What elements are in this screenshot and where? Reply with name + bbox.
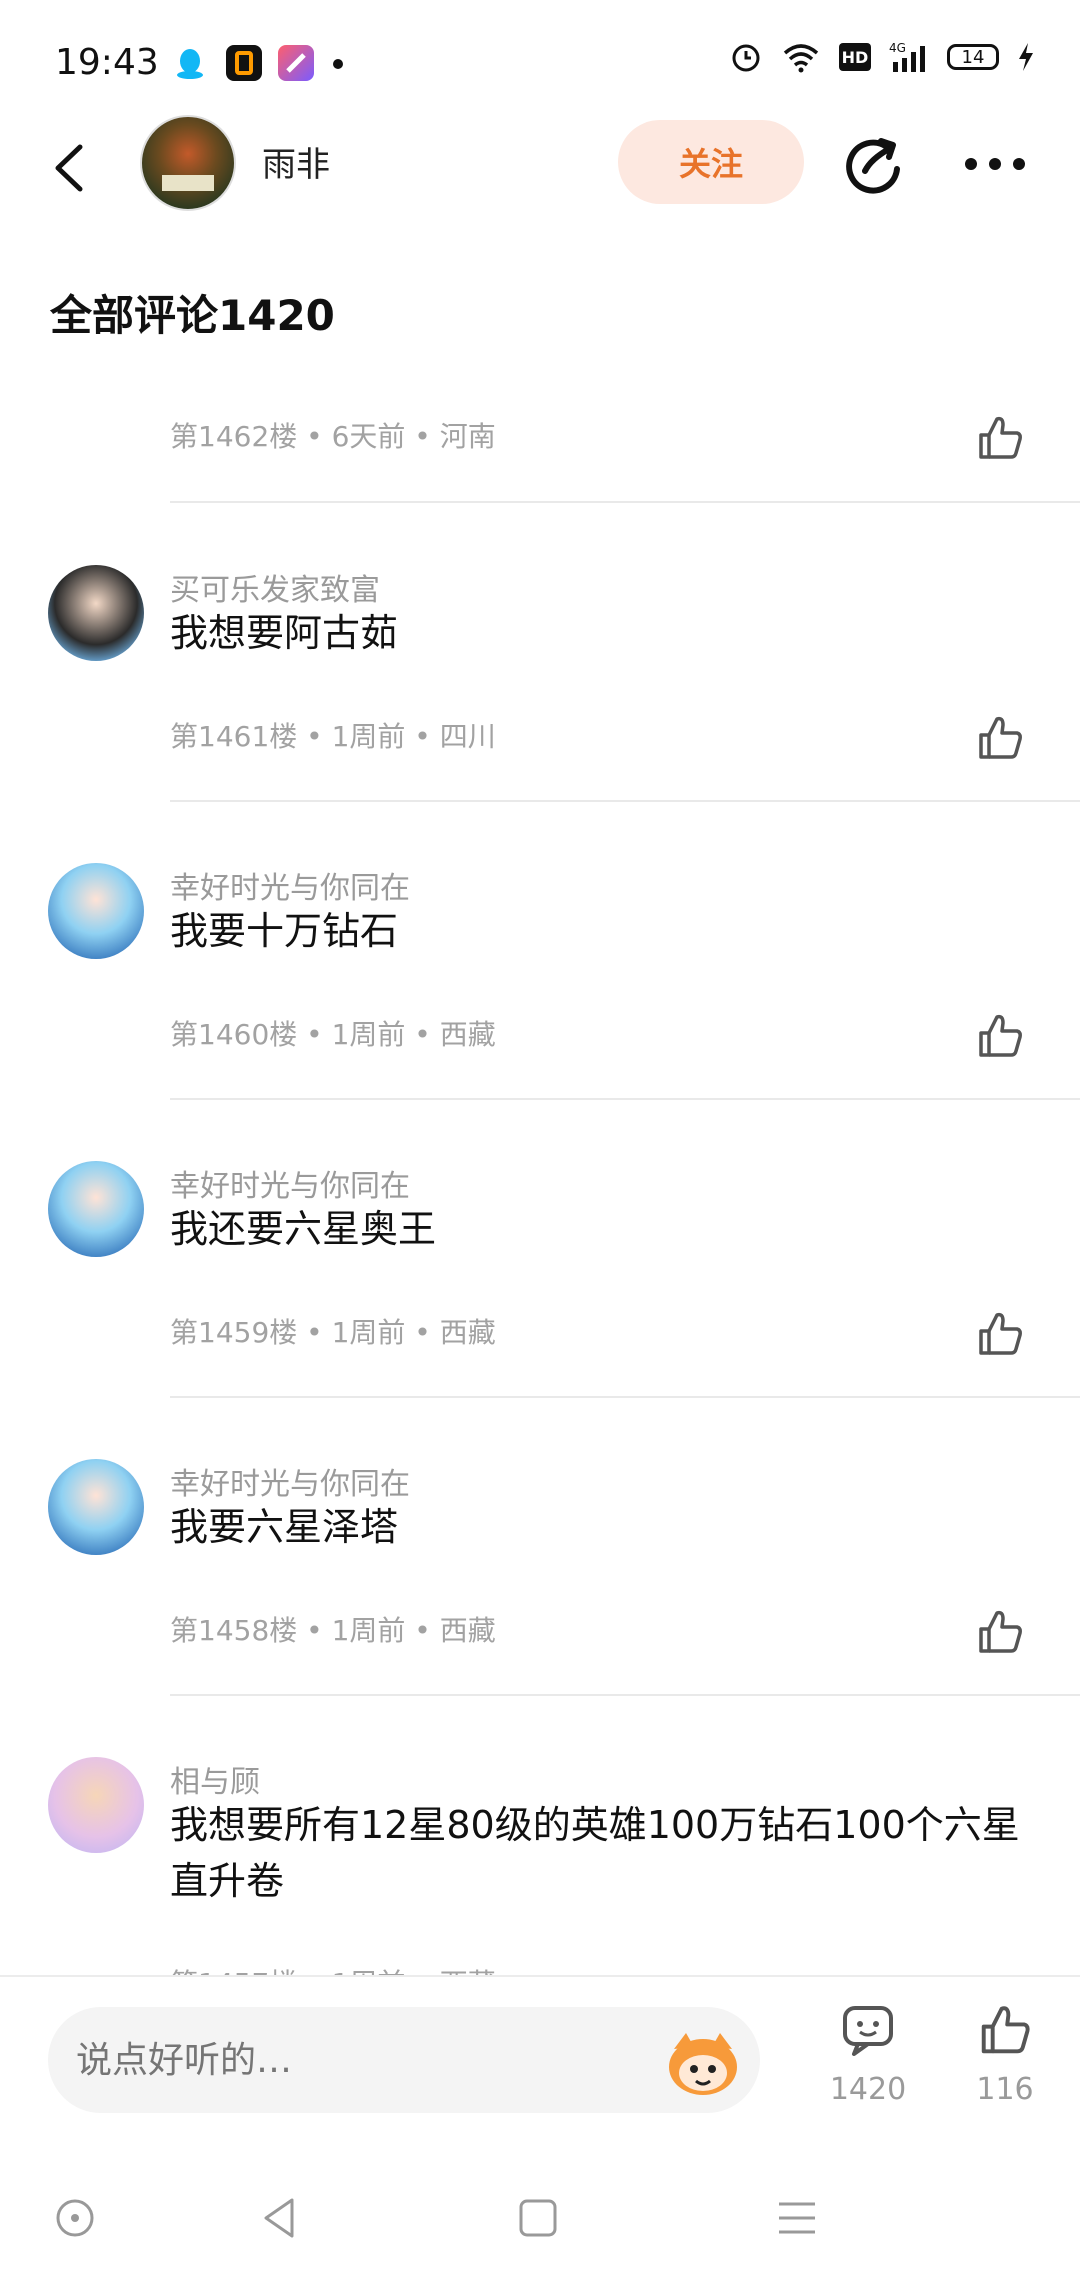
notification-dot-icon bbox=[333, 59, 343, 69]
comment-meta: 第1462楼 • 6天前 • 河南 bbox=[170, 420, 496, 453]
back-nav-icon[interactable] bbox=[250, 2188, 310, 2248]
like-icon[interactable] bbox=[975, 713, 1025, 763]
commenter-name[interactable]: 买可乐发家致富 bbox=[170, 565, 380, 609]
like-count: 116 bbox=[976, 2072, 1034, 2107]
commenter-avatar[interactable] bbox=[48, 863, 144, 959]
commenter-name[interactable]: 幸好时光与你同在 bbox=[170, 863, 410, 907]
signal-4g-icon: 4G bbox=[889, 41, 925, 72]
emoji-mascot-icon[interactable] bbox=[664, 2027, 742, 2097]
divider bbox=[170, 501, 1080, 503]
divider bbox=[170, 1098, 1080, 1100]
divider bbox=[170, 800, 1080, 802]
alarm-icon bbox=[732, 44, 760, 72]
comment-item: 幸好时光与你同在 我还要六星奥王 第1459楼 • 1周前 • 西藏 bbox=[0, 1101, 1080, 1399]
divider bbox=[170, 1694, 1080, 1696]
comment-list[interactable]: 第1462楼 • 6天前 • 河南 买可乐发家致富 我想要阿古茹 第1461楼 … bbox=[0, 375, 1080, 1975]
comment-item: 幸好时光与你同在 我要十万钻石 第1460楼 • 1周前 • 西藏 bbox=[0, 803, 1080, 1101]
commenter-avatar[interactable] bbox=[48, 565, 144, 661]
comment-meta: 第1458楼 • 1周前 • 西藏 bbox=[170, 1614, 496, 1647]
battery-icon: 14 bbox=[947, 44, 999, 70]
app-icon-gradient bbox=[278, 45, 314, 81]
comments-title: 全部评论1420 bbox=[50, 291, 335, 340]
comment-item: 幸好时光与你同在 我要六星泽塔 第1458楼 • 1周前 • 西藏 bbox=[0, 1399, 1080, 1697]
commenter-avatar[interactable] bbox=[48, 1459, 144, 1555]
commenter-name[interactable]: 幸好时光与你同在 bbox=[170, 1459, 410, 1503]
hd-icon: HD bbox=[839, 43, 871, 71]
like-icon[interactable] bbox=[975, 413, 1025, 463]
comment-text[interactable]: 我想要阿古茹 bbox=[170, 605, 1030, 661]
app-icon-black bbox=[226, 45, 262, 81]
like-icon[interactable] bbox=[975, 1309, 1025, 1359]
comment-text[interactable]: 我想要所有12星80级的英雄100万钻石100个六星直升卷 bbox=[170, 1797, 1030, 1909]
divider bbox=[170, 1396, 1080, 1398]
author-avatar[interactable] bbox=[140, 115, 236, 211]
like-thumb-icon bbox=[981, 2006, 1030, 2054]
comment-item: 第1462楼 • 6天前 • 河南 bbox=[0, 375, 1080, 505]
comment-meta: 第1460楼 • 1周前 • 西藏 bbox=[170, 1018, 496, 1051]
comment-text[interactable]: 我要十万钻石 bbox=[170, 903, 1030, 959]
comment-bubble-icon bbox=[843, 2006, 893, 2056]
like-icon[interactable] bbox=[975, 1011, 1025, 1061]
follow-button[interactable]: 关注 bbox=[618, 120, 804, 204]
charging-icon bbox=[1019, 43, 1033, 71]
comment-meta: 第1459楼 • 1周前 • 西藏 bbox=[170, 1316, 496, 1349]
comment-item: 买可乐发家致富 我想要阿古茹 第1461楼 • 1周前 • 四川 bbox=[0, 505, 1080, 803]
qq-app-icon bbox=[172, 45, 208, 81]
commenter-name[interactable]: 幸好时光与你同在 bbox=[170, 1161, 410, 1205]
comment-input[interactable] bbox=[48, 2007, 760, 2113]
system-nav-bar bbox=[0, 2150, 1080, 2280]
battery-level: 14 bbox=[961, 46, 985, 68]
status-time: 19:43 bbox=[55, 42, 159, 83]
header: 雨非 关注 bbox=[0, 115, 1080, 215]
commenter-avatar[interactable] bbox=[48, 1161, 144, 1257]
menu-nav-icon[interactable] bbox=[767, 2188, 827, 2248]
author-name[interactable]: 雨非 bbox=[262, 137, 330, 186]
wifi-icon bbox=[783, 44, 819, 73]
status-right-icons: HD 4G 14 bbox=[729, 40, 1035, 74]
commenter-avatar[interactable] bbox=[48, 1757, 144, 1853]
avatar-sign bbox=[162, 175, 214, 191]
status-bar: 19:43 HD 4G 14 bbox=[0, 0, 1080, 130]
home-nav-icon[interactable] bbox=[508, 2188, 568, 2248]
share-icon[interactable] bbox=[843, 133, 905, 195]
comment-text[interactable]: 我还要六星奥王 bbox=[170, 1201, 1030, 1257]
comment-meta: 第1457楼 • 1周前 • 西藏 bbox=[170, 1962, 496, 1975]
comment-bar: 1420 116 bbox=[0, 1975, 1080, 2137]
comment-text[interactable]: 我要六星泽塔 bbox=[170, 1499, 1030, 1555]
assistant-nav-icon[interactable] bbox=[45, 2188, 105, 2248]
like-action[interactable]: 116 bbox=[960, 2002, 1050, 2107]
commenter-name[interactable]: 相与顾 bbox=[170, 1757, 260, 1801]
comment-count: 1420 bbox=[829, 2072, 907, 2107]
more-options-icon[interactable] bbox=[962, 153, 1028, 175]
back-arrow-icon[interactable] bbox=[50, 143, 90, 193]
like-icon[interactable] bbox=[975, 1607, 1025, 1657]
svg-text:4G: 4G bbox=[889, 41, 906, 55]
comments-action[interactable]: 1420 bbox=[823, 2002, 913, 2107]
comment-item: 相与顾 我想要所有12星80级的英雄100万钻石100个六星直升卷 第1457楼… bbox=[0, 1697, 1080, 1975]
comment-meta: 第1461楼 • 1周前 • 四川 bbox=[170, 720, 496, 753]
